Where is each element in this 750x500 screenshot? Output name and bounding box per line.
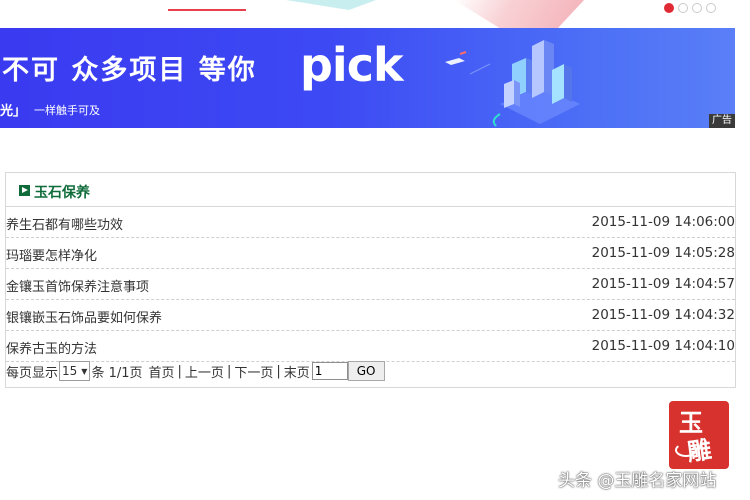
article-link[interactable]: 银镶嵌玉石饰品要如何保养 bbox=[6, 307, 162, 326]
carousel-dot[interactable] bbox=[706, 3, 716, 13]
carousel-dot[interactable] bbox=[678, 3, 688, 13]
carousel-dot[interactable] bbox=[664, 3, 674, 13]
article-timestamp: 2015-11-09 14:06:00 bbox=[591, 214, 735, 230]
isometric-city-illustration bbox=[445, 40, 580, 127]
article-link[interactable]: 金镶玉首饰保养注意事项 bbox=[6, 276, 149, 295]
article-link[interactable]: 养生石都有哪些功效 bbox=[6, 214, 123, 233]
next-page-link[interactable]: 下一页 bbox=[234, 362, 273, 381]
page-summary: 条 1/1页 bbox=[91, 365, 143, 381]
first-page-link[interactable]: 首页 bbox=[149, 362, 175, 381]
list-item[interactable]: 金镶玉首饰保养注意事项 2015-11-09 14:04:57 bbox=[6, 269, 735, 300]
article-link[interactable]: 玛瑙要怎样净化 bbox=[6, 245, 97, 264]
go-button[interactable]: GO bbox=[347, 361, 385, 381]
banner-subtext-fragment: 光」 bbox=[0, 104, 27, 119]
play-icon bbox=[19, 185, 30, 196]
decor-shape bbox=[286, 0, 376, 10]
decor-shape bbox=[454, 0, 584, 28]
article-timestamp: 2015-11-09 14:04:10 bbox=[591, 338, 735, 354]
per-page-label: 每页显示 bbox=[6, 365, 59, 381]
source-watermark: 头条 @玉雕名家网站 bbox=[558, 471, 717, 491]
carousel-dot[interactable] bbox=[692, 3, 702, 13]
jade-care-panel: 玉石保养 养生石都有哪些功效 2015-11-09 14:06:00 玛瑙要怎样… bbox=[5, 172, 736, 388]
article-timestamp: 2015-11-09 14:04:32 bbox=[591, 307, 735, 323]
list-item[interactable]: 玛瑙要怎样净化 2015-11-09 14:05:28 bbox=[6, 238, 735, 269]
article-link[interactable]: 保养古玉的方法 bbox=[6, 338, 97, 357]
article-list: 养生石都有哪些功效 2015-11-09 14:06:00 玛瑙要怎样净化 20… bbox=[6, 207, 735, 362]
separator: | bbox=[177, 363, 182, 379]
panel-header: 玉石保养 bbox=[6, 173, 735, 207]
banner-brand-logo: pick bbox=[300, 38, 404, 92]
pagination-bar: 每页显示 15 ▼ 条 1/1页 首页 | 上一页 | 下一页 | 末页 GO bbox=[6, 359, 385, 383]
carousel-dots bbox=[664, 3, 716, 13]
banner-headline: 不可 众多项目 等你 bbox=[2, 55, 257, 86]
article-timestamp: 2015-11-09 14:05:28 bbox=[591, 245, 735, 261]
list-item[interactable]: 银镶嵌玉石饰品要如何保养 2015-11-09 14:04:32 bbox=[6, 300, 735, 331]
panel-title: 玉石保养 bbox=[34, 185, 90, 201]
article-timestamp: 2015-11-09 14:04:57 bbox=[591, 276, 735, 292]
separator: | bbox=[226, 363, 232, 379]
per-page-select[interactable]: 15 ▼ bbox=[59, 361, 91, 381]
per-page-value: 15 bbox=[62, 364, 78, 378]
seal-logo: 玉 雕 bbox=[669, 401, 729, 469]
caret-down-icon: ▼ bbox=[81, 366, 88, 376]
page-number-input[interactable] bbox=[311, 362, 348, 380]
ad-banner[interactable]: 不可 众多项目 等你 pick 光」 一样触手可及 广告 bbox=[0, 28, 735, 128]
prev-page-link[interactable]: 上一页 bbox=[185, 362, 224, 381]
last-page-link[interactable]: 末页 bbox=[284, 362, 310, 381]
banner-subtext: 一样触手可及 bbox=[34, 104, 100, 117]
decor-line bbox=[168, 9, 246, 11]
list-item[interactable]: 保养古玉的方法 2015-11-09 14:04:10 bbox=[6, 331, 735, 362]
cloud-swirl-icon bbox=[675, 443, 697, 457]
top-strip bbox=[0, 0, 750, 28]
separator: | bbox=[276, 363, 281, 379]
list-item[interactable]: 养生石都有哪些功效 2015-11-09 14:06:00 bbox=[6, 207, 735, 238]
ad-badge: 广告 bbox=[709, 114, 735, 128]
